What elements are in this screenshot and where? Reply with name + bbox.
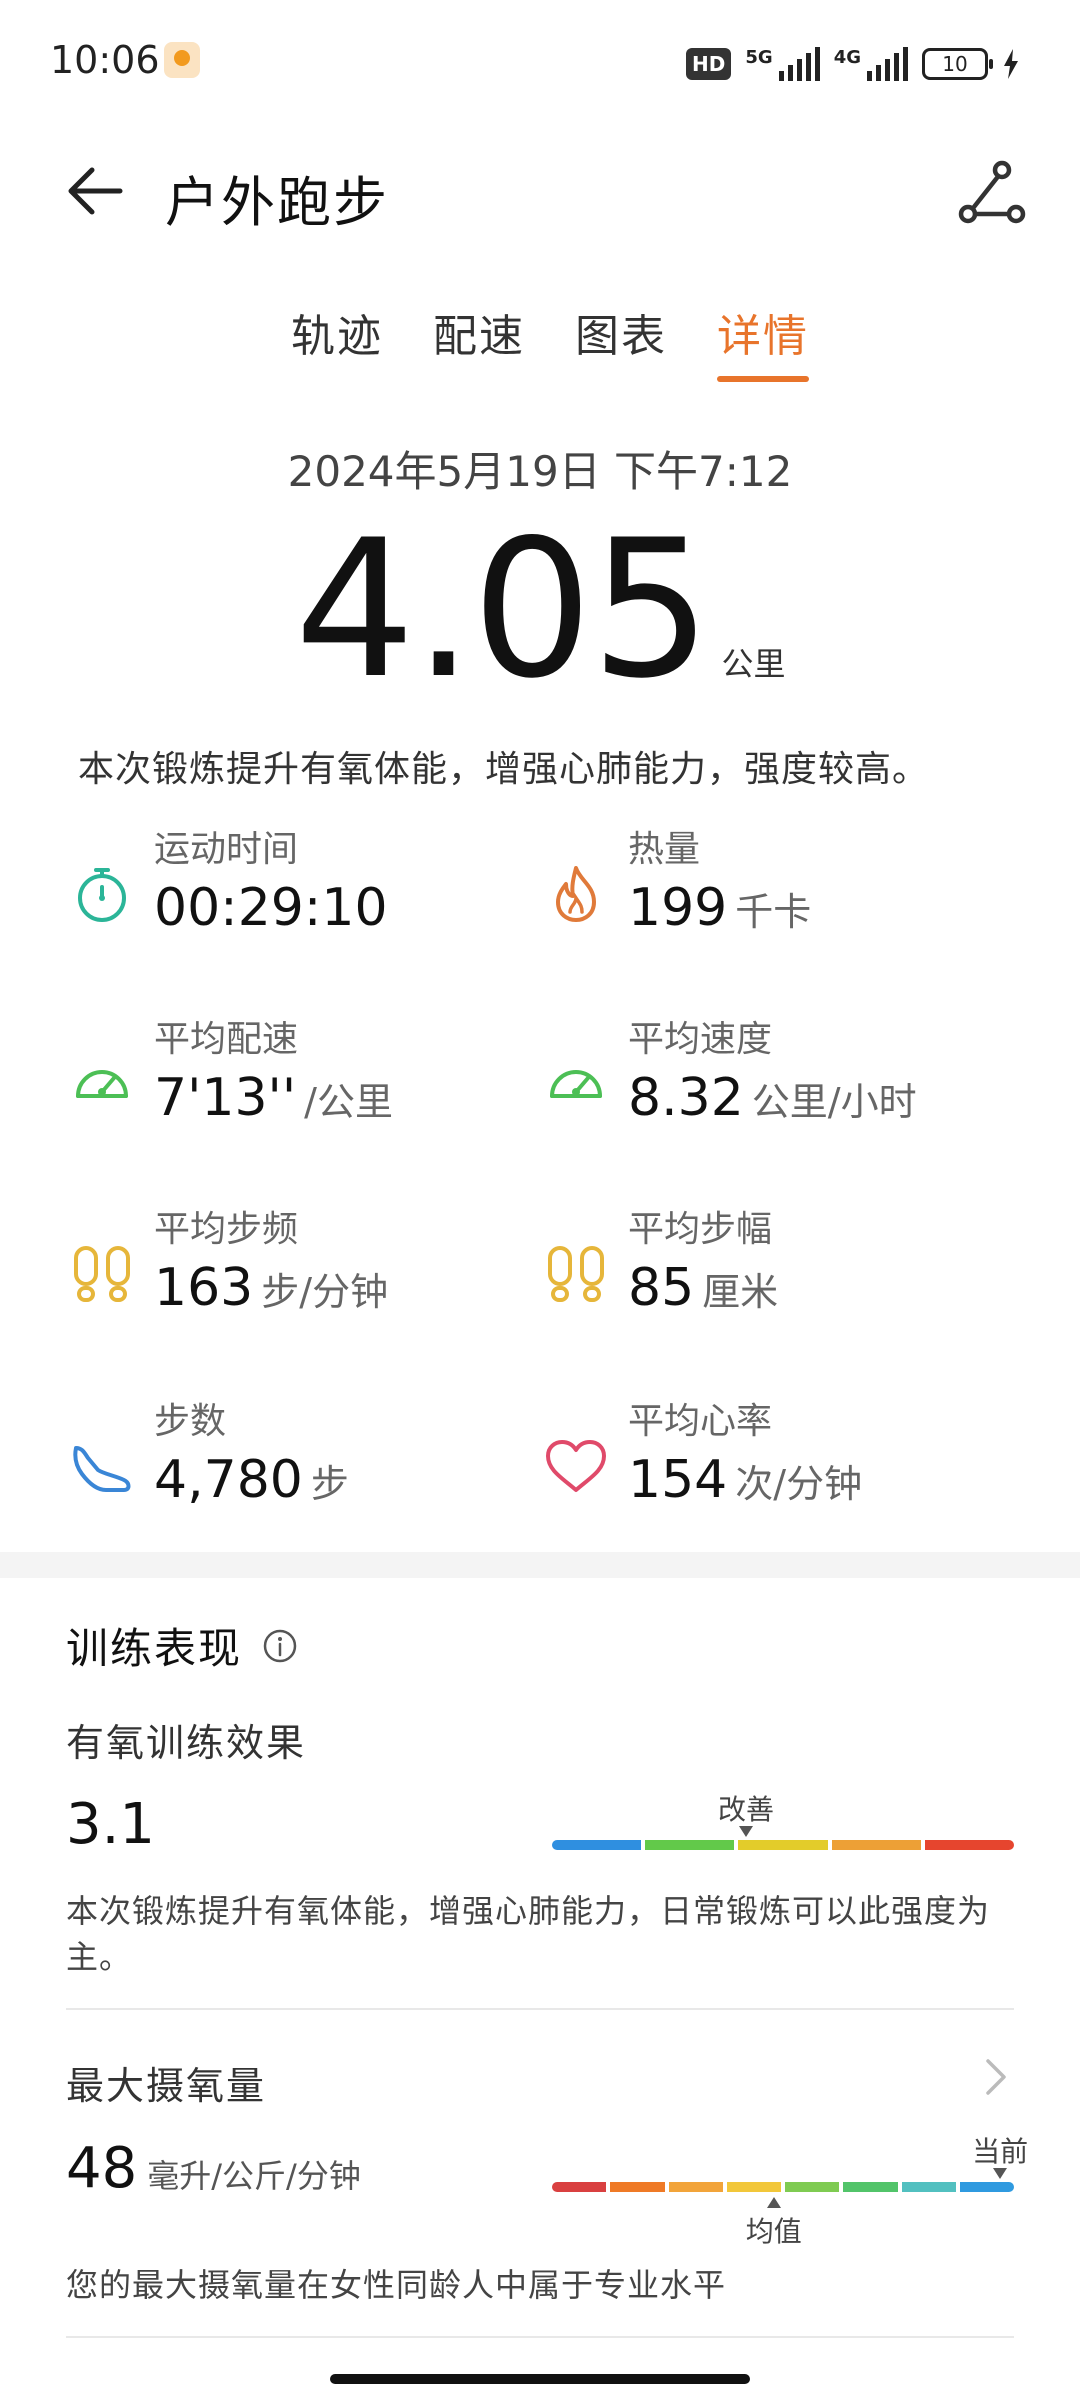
metric-unit: 步 bbox=[310, 1462, 349, 1506]
vo2max-value: 48 bbox=[66, 2136, 138, 2201]
scale-segment bbox=[924, 1840, 1015, 1850]
vo2max-description: 您的最大摄氧量在女性同龄人中属于专业水平 bbox=[66, 2266, 727, 2304]
scale-segment bbox=[843, 2182, 898, 2192]
row-divider bbox=[66, 2336, 1014, 2338]
metric-label: 平均心率 bbox=[628, 1401, 773, 1442]
footprints-icon bbox=[74, 1246, 130, 1302]
notification-app-icon bbox=[164, 42, 200, 78]
row-divider bbox=[66, 2008, 1014, 2010]
arrow-left-icon[interactable] bbox=[60, 156, 130, 226]
metric-value: 4,780 bbox=[154, 1450, 303, 1510]
status-bar: 10:06 HD 5G 4G 10 bbox=[0, 0, 1080, 120]
workout-date: 2024年5月19日 下午7:12 bbox=[287, 447, 793, 496]
distance-display: 4.05 公里 bbox=[0, 515, 1080, 705]
metric-value: 8.32 bbox=[628, 1068, 744, 1128]
stopwatch-icon bbox=[78, 868, 126, 922]
metric-duration: 运动时间 00:29:10 bbox=[66, 820, 546, 970]
workout-tabs: 轨迹 配速 图表 详情 bbox=[0, 300, 1080, 382]
scale-segment bbox=[959, 2182, 1014, 2192]
signal-4g-icon: 4G bbox=[834, 47, 908, 81]
metric-value: 00:29:10 bbox=[154, 878, 388, 938]
metric-unit: 步/分钟 bbox=[261, 1270, 389, 1314]
metric-avg-pace: 平均配速 7'13''/公里 bbox=[66, 1010, 546, 1160]
metric-label: 运动时间 bbox=[154, 829, 299, 870]
vo2max-scale bbox=[552, 2182, 1014, 2192]
page-title: 户外跑步 bbox=[165, 171, 389, 234]
hd-voice-badge: HD bbox=[686, 48, 732, 80]
signal-5g-icon: 5G bbox=[745, 47, 820, 81]
tab-details[interactable]: 详情 bbox=[717, 300, 809, 382]
vo2max-title[interactable]: 最大摄氧量 bbox=[66, 2055, 266, 2110]
metric-calories: 热量 199 千卡 bbox=[540, 820, 1020, 970]
aerobic-effect-description: 本次锻炼提升有氧体能，增强心肺能力，日常锻炼可以此强度为主。 bbox=[66, 1892, 991, 1976]
vo2max-average-marker bbox=[766, 2197, 781, 2208]
speedometer-icon bbox=[550, 1070, 602, 1098]
aerobic-marker-label: 改善 bbox=[718, 1793, 775, 1826]
vo2max-value-line: 48 毫升/公斤/分钟 bbox=[66, 2136, 361, 2201]
training-section-title: 训练表现 bbox=[66, 1615, 298, 1676]
metric-value: 7'13'' bbox=[154, 1068, 297, 1128]
metric-avg-stride: 平均步幅 85 厘米 bbox=[540, 1200, 1020, 1350]
aerobic-effect-value: 3.1 bbox=[66, 1792, 156, 1857]
metric-avg-speed: 平均速度 8.32 公里/小时 bbox=[540, 1010, 1020, 1160]
aerobic-effect-title: 有氧训练效果 bbox=[66, 1721, 307, 1765]
shoe-icon bbox=[73, 1446, 131, 1492]
distance-value: 4.05 bbox=[294, 499, 711, 720]
scale-segment bbox=[726, 2182, 781, 2192]
scale-segment bbox=[552, 1840, 642, 1850]
vo2max-average-label: 均值 bbox=[745, 2215, 802, 2248]
metric-unit: 公里/小时 bbox=[751, 1080, 917, 1124]
vo2max-current-label: 当前 bbox=[972, 2135, 1029, 2168]
aerobic-marker bbox=[739, 1826, 754, 1837]
info-icon[interactable] bbox=[262, 1628, 298, 1664]
metric-unit: 千卡 bbox=[735, 890, 812, 934]
flame-icon bbox=[556, 866, 596, 922]
distance-unit: 公里 bbox=[721, 645, 786, 683]
scale-segment bbox=[901, 2182, 956, 2192]
tab-pace[interactable]: 配速 bbox=[433, 300, 525, 382]
workout-summary: 本次锻炼提升有氧体能，增强心肺能力，强度较高。 bbox=[78, 749, 930, 790]
app-header: 户外跑步 bbox=[0, 140, 1080, 240]
scale-segment bbox=[610, 2182, 665, 2192]
scale-segment bbox=[668, 2182, 723, 2192]
footprints-icon bbox=[548, 1246, 604, 1302]
metric-value: 163 bbox=[154, 1258, 254, 1318]
speedometer-icon bbox=[76, 1070, 128, 1098]
status-indicators: HD 5G 4G 10 bbox=[686, 44, 1020, 84]
charging-bolt-icon bbox=[1004, 49, 1018, 79]
metric-value: 154 bbox=[628, 1450, 728, 1510]
tab-charts[interactable]: 图表 bbox=[575, 300, 667, 382]
metric-unit: 次/分钟 bbox=[735, 1462, 863, 1506]
scale-segment bbox=[738, 1840, 828, 1850]
metric-unit: /公里 bbox=[304, 1080, 393, 1124]
scale-segment bbox=[785, 2182, 840, 2192]
section-title-text: 训练表现 bbox=[66, 1624, 243, 1673]
metric-unit: 厘米 bbox=[702, 1270, 779, 1314]
status-time: 10:06 bbox=[50, 38, 160, 82]
home-indicator[interactable] bbox=[330, 2374, 750, 2384]
metric-label: 平均步幅 bbox=[628, 1209, 773, 1250]
section-divider bbox=[0, 1552, 1080, 1578]
route-share-icon[interactable] bbox=[952, 152, 1032, 232]
vo2max-unit: 毫升/公斤/分钟 bbox=[147, 2157, 361, 2195]
scale-segment bbox=[552, 2182, 607, 2192]
metric-value: 199 bbox=[628, 878, 728, 938]
metric-value: 85 bbox=[628, 1258, 695, 1318]
metric-label: 步数 bbox=[154, 1401, 227, 1442]
scale-segment bbox=[831, 1840, 921, 1850]
metric-avg-cadence: 平均步频 163 步/分钟 bbox=[66, 1200, 546, 1350]
metric-label: 平均配速 bbox=[154, 1019, 299, 1060]
aerobic-effect-scale bbox=[552, 1840, 1015, 1850]
vo2max-current-marker bbox=[993, 2168, 1008, 2179]
metric-avg-heart-rate: 平均心率 154 次/分钟 bbox=[540, 1392, 1020, 1542]
scale-segment bbox=[645, 1840, 735, 1850]
metric-steps: 步数 4,780 步 bbox=[66, 1392, 546, 1542]
metric-label: 平均步频 bbox=[154, 1209, 299, 1250]
metric-label: 平均速度 bbox=[628, 1019, 773, 1060]
chevron-right-icon[interactable] bbox=[980, 2055, 1010, 2099]
heart-icon bbox=[546, 1440, 606, 1492]
tab-track[interactable]: 轨迹 bbox=[291, 300, 383, 382]
battery-icon: 10 bbox=[922, 48, 993, 80]
metric-label: 热量 bbox=[628, 829, 701, 870]
